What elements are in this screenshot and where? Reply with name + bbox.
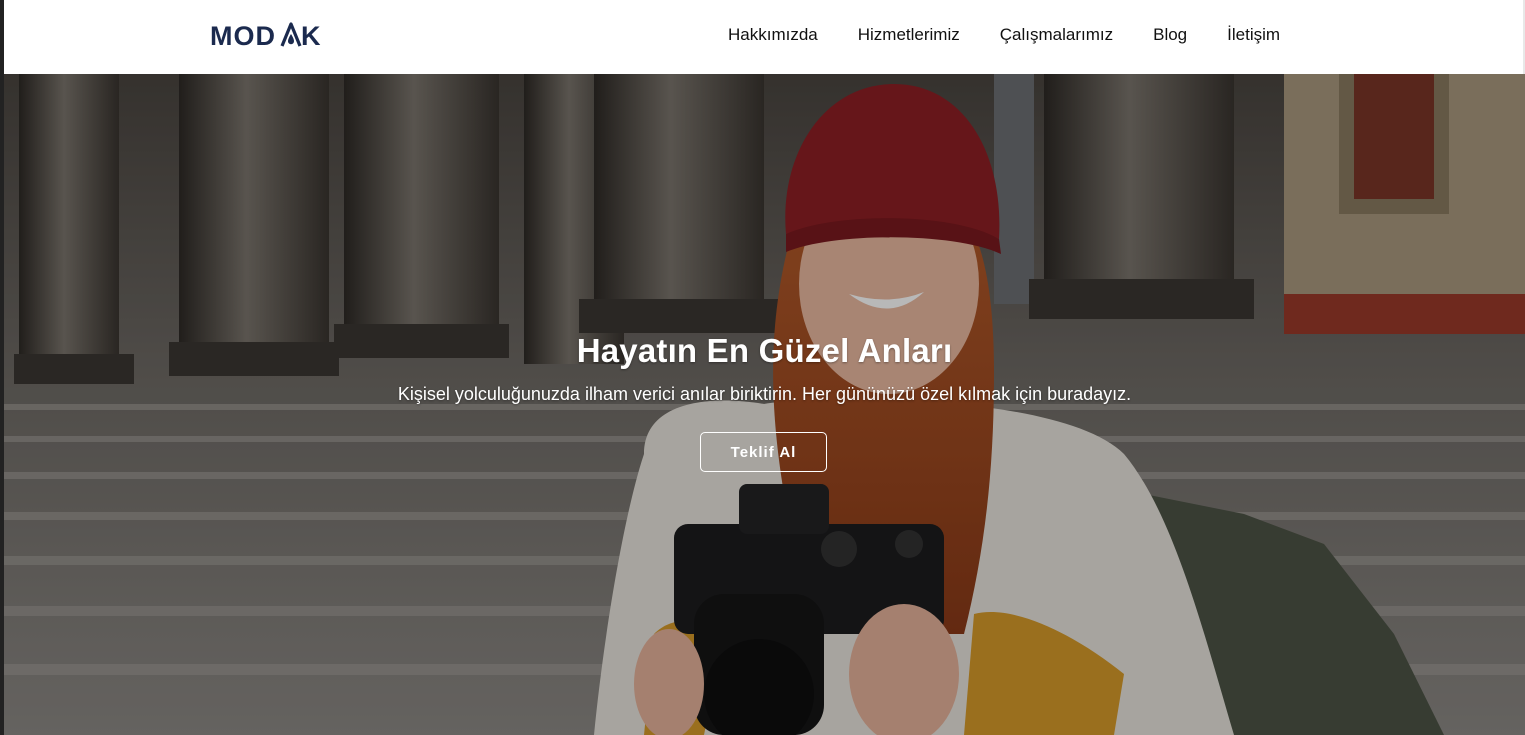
nav-link-iletisim[interactable]: İletişim bbox=[1227, 25, 1280, 45]
hero-content: Hayatın En Güzel Anları Kişisel yolculuğ… bbox=[4, 332, 1525, 472]
get-quote-button[interactable]: Teklif Al bbox=[700, 432, 827, 472]
nav-link-hakkimizda[interactable]: Hakkımızda bbox=[728, 25, 818, 45]
nav-link-hizmetlerimiz[interactable]: Hizmetlerimiz bbox=[858, 25, 960, 45]
site-header: MOD K Hakkımızda Hizmetlerimiz Çalışmala… bbox=[4, 0, 1523, 74]
main-nav: Hakkımızda Hizmetlerimiz Çalışmalarımız … bbox=[728, 0, 1280, 70]
modak-logo-icon: MOD K bbox=[210, 21, 321, 49]
hero-title: Hayatın En Güzel Anları bbox=[576, 332, 953, 369]
nav-link-calismalarimiz[interactable]: Çalışmalarımız bbox=[1000, 25, 1113, 45]
hero-section: Hayatın En Güzel Anları Kişisel yolculuğ… bbox=[4, 74, 1525, 735]
svg-text:K: K bbox=[301, 21, 321, 49]
svg-text:MOD: MOD bbox=[210, 21, 276, 49]
hero-subtitle: Kişisel yolculuğunuzda ilham verici anıl… bbox=[397, 384, 1132, 404]
nav-link-blog[interactable]: Blog bbox=[1153, 25, 1187, 45]
site-logo[interactable]: MOD K bbox=[210, 20, 322, 50]
